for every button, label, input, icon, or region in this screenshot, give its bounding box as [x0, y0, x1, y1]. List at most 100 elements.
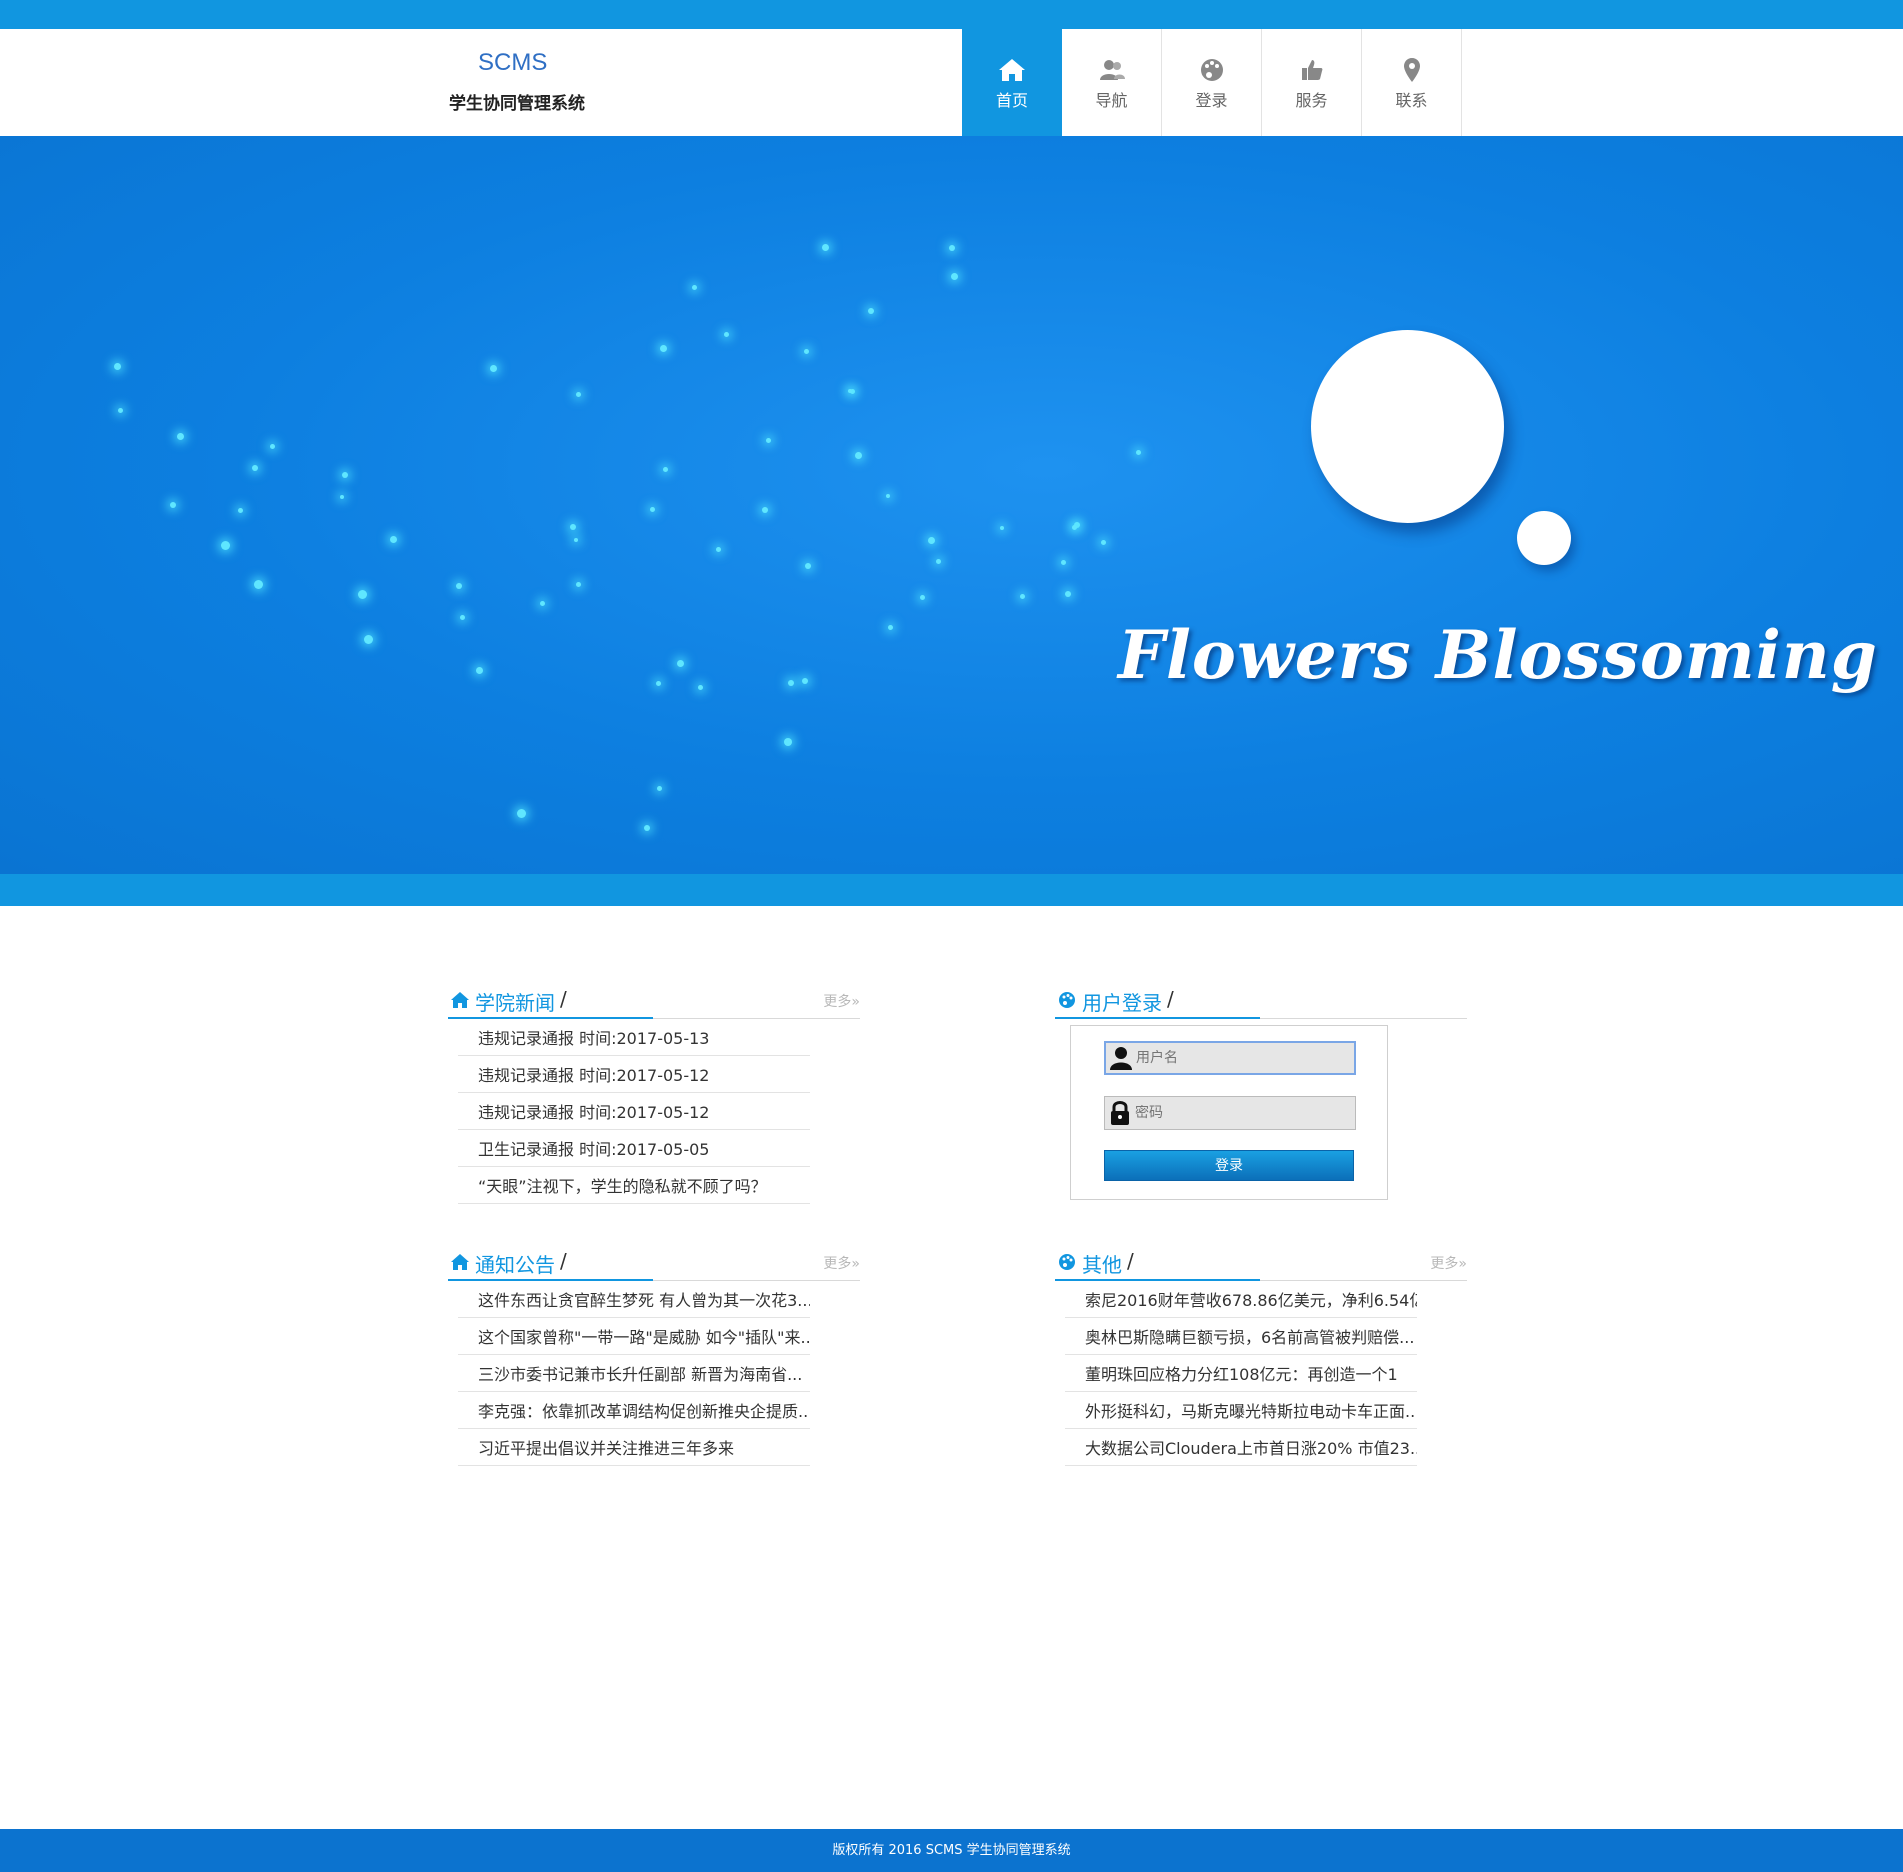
banner-particle	[868, 308, 874, 314]
top-accent-bar	[0, 0, 1903, 29]
banner-particle	[802, 678, 808, 684]
nav-service-label: 服务	[1295, 90, 1328, 110]
users-icon	[1099, 59, 1125, 80]
banner-particle	[476, 667, 483, 674]
password-input[interactable]	[1135, 1105, 1335, 1121]
banner-particle	[270, 444, 275, 449]
banner-particle	[364, 635, 373, 644]
banner-particle	[1000, 526, 1004, 530]
banner-particle	[1101, 540, 1106, 545]
nav-login[interactable]: 登录	[1162, 29, 1262, 136]
banner-particle	[460, 615, 465, 620]
banner-particle	[1065, 591, 1071, 597]
banner-particle	[766, 438, 771, 443]
banner-particle	[848, 389, 852, 393]
banner-particle	[886, 494, 890, 498]
login-form: 登录	[1070, 1025, 1388, 1200]
banner-particle	[888, 625, 893, 630]
nav-service[interactable]: 服务	[1262, 29, 1362, 136]
banner-particle	[1072, 525, 1077, 530]
list-item[interactable]: 违规记录通报 时间:2017-05-12	[458, 1056, 810, 1093]
notices-more-link[interactable]: 更多»	[823, 1253, 860, 1273]
list-item[interactable]: 董明珠回应格力分红108亿元：再创造一个1	[1065, 1355, 1417, 1392]
title-separator: /	[560, 1249, 567, 1273]
banner-particle	[456, 583, 462, 589]
banner-particle	[238, 508, 243, 513]
login-button[interactable]: 登录	[1104, 1150, 1354, 1181]
news-panel-header: 学院新闻 / 更多»	[448, 979, 860, 1019]
list-item[interactable]: 这件东西让贪官醉生梦死 有人曾为其一次花3...	[458, 1281, 810, 1318]
list-item[interactable]: 李克强：依靠抓改革调结构促创新推央企提质..	[458, 1392, 810, 1429]
banner-particle	[855, 452, 862, 459]
list-item[interactable]: 外形挺科幻，马斯克曝光特斯拉电动卡车正面..	[1065, 1392, 1417, 1429]
news-more-link[interactable]: 更多»	[823, 991, 860, 1011]
news-list: 违规记录通报 时间:2017-05-13 违规记录通报 时间:2017-05-1…	[458, 1019, 810, 1204]
banner-particle	[784, 738, 792, 746]
banner-particle	[490, 365, 497, 372]
palette-icon	[1059, 992, 1075, 1008]
main-nav: 首页 导航 登录 服务 联系	[962, 29, 1462, 136]
banner-particle	[114, 363, 121, 370]
nav-home[interactable]: 首页	[962, 29, 1062, 136]
banner-particle	[254, 580, 263, 589]
banner-particle	[650, 507, 655, 512]
nav-guide-label: 导航	[1095, 90, 1128, 110]
banner-particle	[724, 332, 729, 337]
banner-particle	[540, 601, 545, 606]
site-footer: 版权所有 2016 SCMS 学生协同管理系统	[0, 1829, 1903, 1872]
others-panel-title: 其他	[1082, 1253, 1122, 1277]
banner-particle	[951, 273, 958, 280]
site-header: SCMS 学生协同管理系统 首页 导航 登录 服务 联系	[0, 29, 1903, 136]
others-more-link[interactable]: 更多»	[1430, 1253, 1467, 1273]
login-panel: 用户登录 /	[1055, 979, 1467, 1019]
banner-bottom-strip	[0, 874, 1903, 906]
banner-particle	[177, 433, 184, 440]
username-field[interactable]	[1104, 1041, 1356, 1075]
banner-particle	[788, 680, 794, 686]
banner-particle	[677, 660, 684, 667]
banner-particle	[716, 547, 721, 552]
banner-particle	[252, 465, 258, 471]
banner-particle	[663, 467, 668, 472]
banner-particle	[570, 524, 576, 530]
list-item[interactable]: “天眼”注视下，学生的隐私就不顾了吗？	[458, 1167, 810, 1204]
banner-particle	[576, 582, 581, 587]
list-item[interactable]: 习近平提出倡议并关注推进三年多来	[458, 1429, 810, 1466]
hero-banner: Flowers Blossoming	[0, 136, 1903, 874]
list-item[interactable]: 索尼2016财年营收678.86亿美元，净利6.54亿	[1065, 1281, 1417, 1318]
list-item[interactable]: 卫生记录通报 时间:2017-05-05	[458, 1130, 810, 1167]
banner-particle	[936, 559, 941, 564]
map-pin-icon	[1403, 57, 1420, 82]
nav-home-label: 首页	[995, 90, 1028, 110]
banner-particle	[698, 685, 703, 690]
banner-title: Flowers Blossoming	[1118, 616, 1878, 694]
nav-guide[interactable]: 导航	[1062, 29, 1162, 136]
notices-panel-title: 通知公告	[475, 1253, 555, 1277]
banner-particle	[390, 536, 397, 543]
banner-particle	[805, 563, 811, 569]
home-icon	[451, 1254, 469, 1270]
banner-particle	[358, 590, 367, 599]
logo-title[interactable]: SCMS	[478, 49, 547, 77]
nav-contact[interactable]: 联系	[1362, 29, 1462, 136]
username-input[interactable]	[1136, 1050, 1336, 1066]
title-separator: /	[1167, 987, 1174, 1011]
title-separator: /	[1127, 1249, 1134, 1273]
password-field[interactable]	[1104, 1096, 1356, 1130]
list-item[interactable]: 大数据公司Cloudera上市首日涨20% 市值23...	[1065, 1429, 1417, 1466]
list-item[interactable]: 违规记录通报 时间:2017-05-12	[458, 1093, 810, 1130]
list-item[interactable]: 这个国家曾称"一带一路"是威胁 如今"插队"来..	[458, 1318, 810, 1355]
list-item[interactable]: 三沙市委书记兼市长升任副部 新晋为海南省...	[458, 1355, 810, 1392]
lock-icon	[1105, 1097, 1135, 1129]
banner-particle	[657, 786, 662, 791]
home-icon	[451, 992, 469, 1008]
list-item[interactable]: 奥林巴斯隐瞒巨额亏损，6名前高管被判赔偿...	[1065, 1318, 1417, 1355]
banner-small-circle	[1517, 511, 1571, 565]
palette-icon	[1200, 58, 1223, 81]
banner-particle	[170, 502, 176, 508]
list-item[interactable]: 违规记录通报 时间:2017-05-13	[458, 1019, 810, 1056]
banner-particle	[342, 472, 348, 478]
user-icon	[1106, 1042, 1136, 1074]
banner-particle	[762, 507, 768, 513]
banner-particle	[949, 245, 955, 251]
